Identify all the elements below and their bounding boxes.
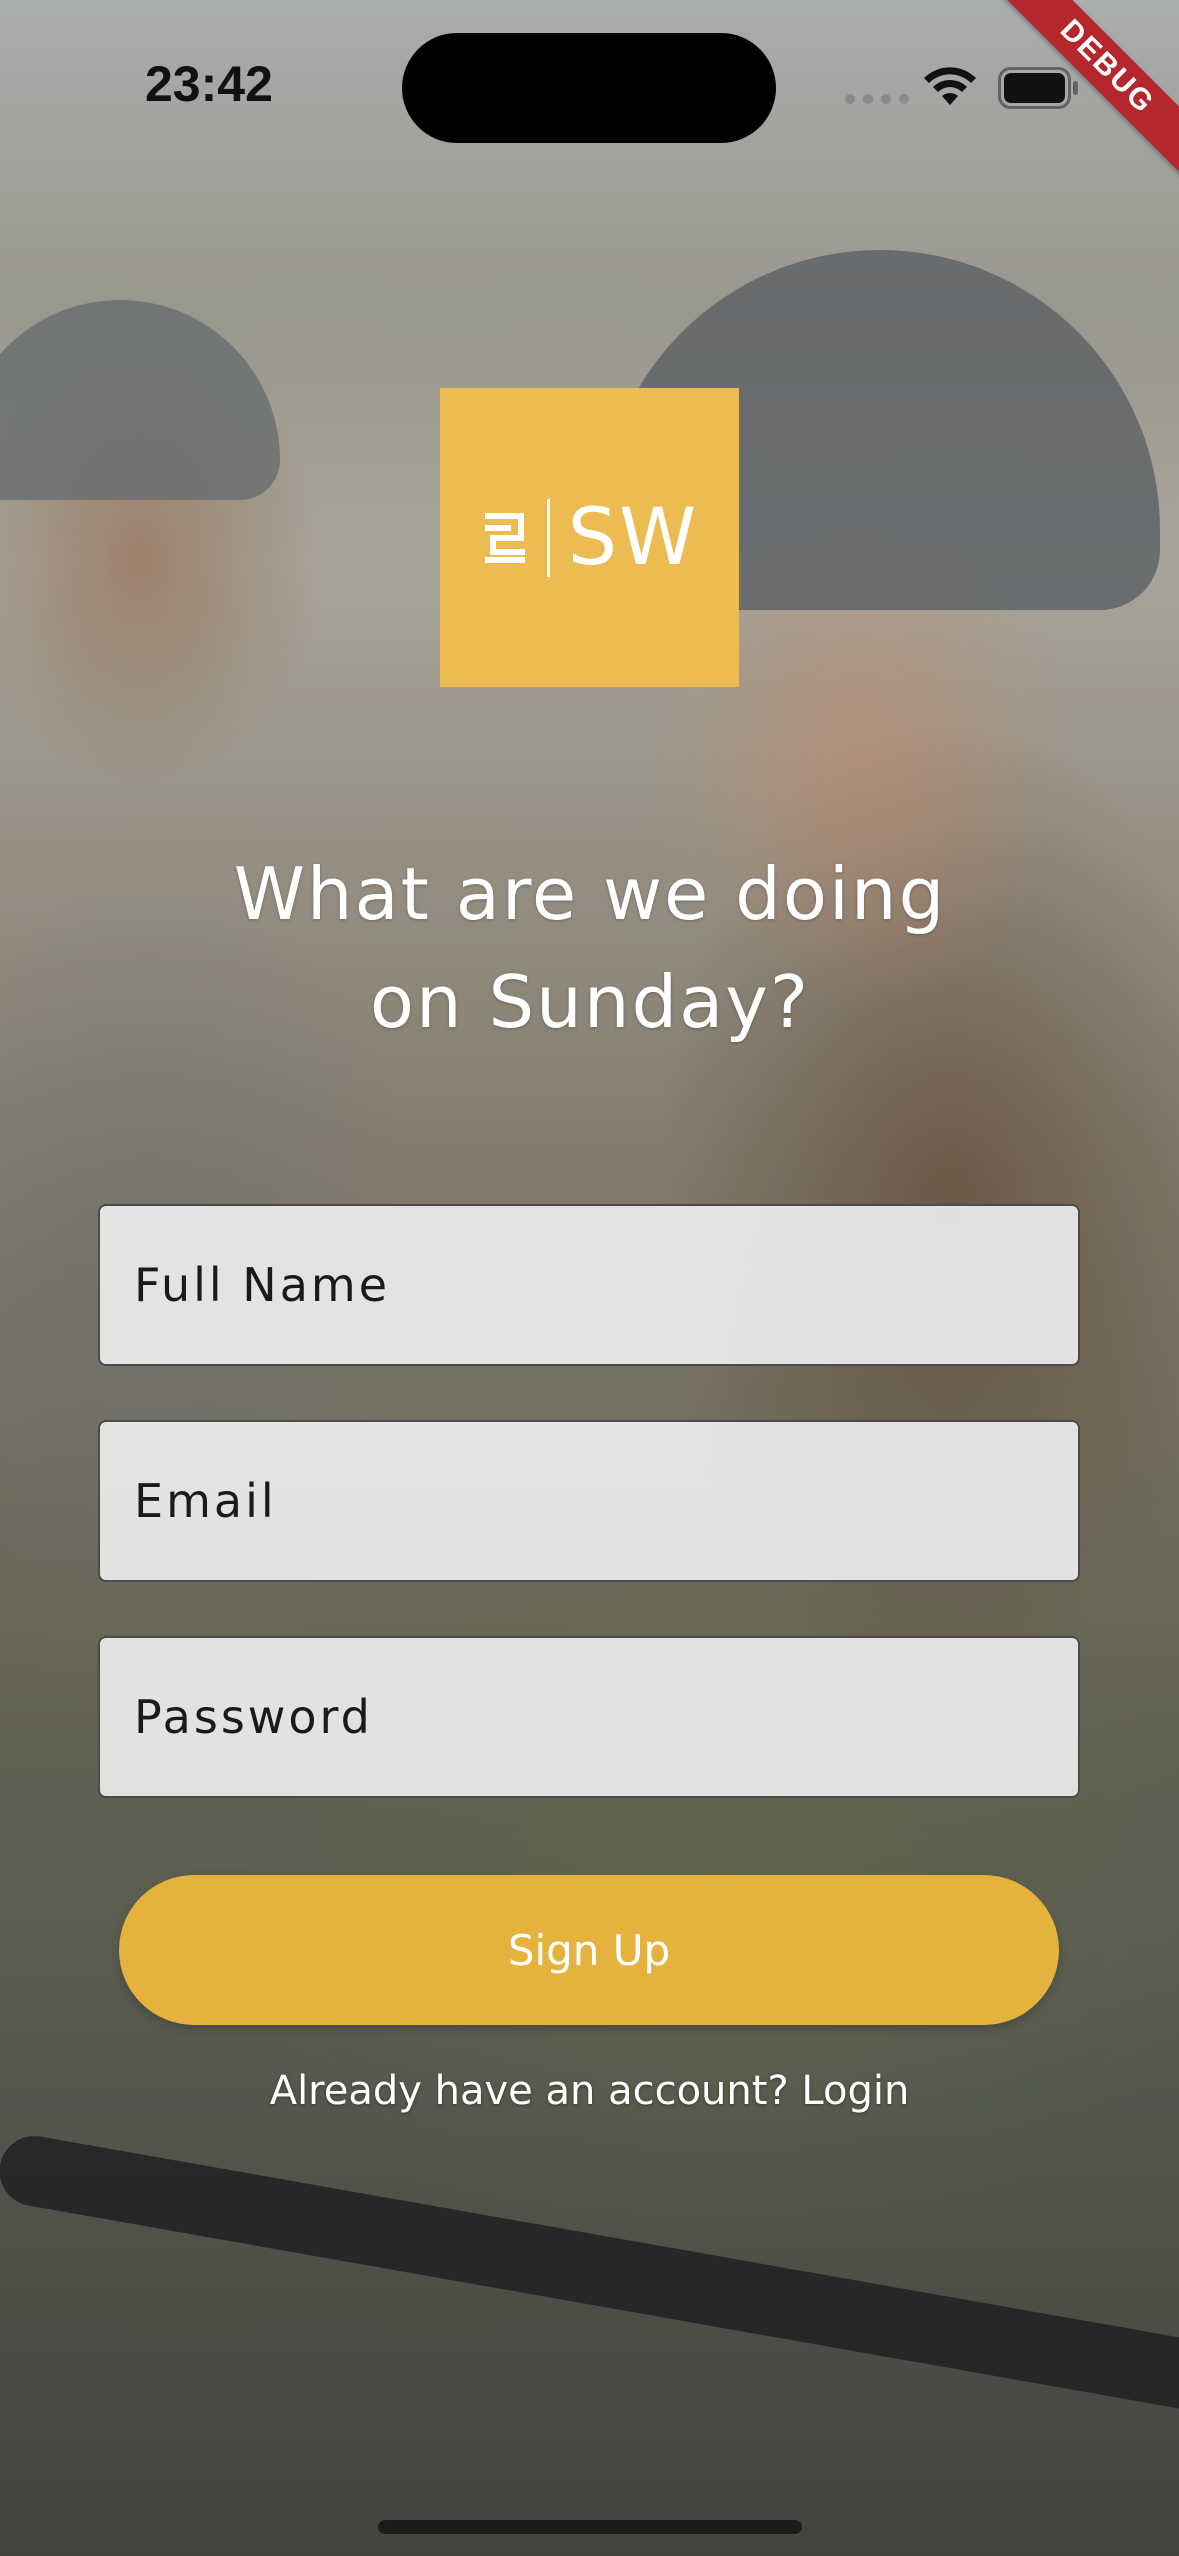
home-indicator <box>378 2520 802 2534</box>
headline: What are we doing on Sunday? <box>140 840 1040 1056</box>
email-input[interactable] <box>100 1422 1078 1580</box>
headline-line-2: on Sunday? <box>369 960 811 1044</box>
battery-icon <box>998 67 1078 109</box>
email-field[interactable] <box>98 1420 1080 1582</box>
cellular-signal-icon <box>845 94 909 104</box>
full-name-input[interactable] <box>100 1206 1078 1364</box>
password-input[interactable] <box>100 1638 1078 1796</box>
sign-up-button[interactable]: Sign Up <box>119 1875 1059 2025</box>
dynamic-island <box>402 33 776 143</box>
full-name-field[interactable] <box>98 1204 1080 1366</box>
app-logo: SW <box>440 388 739 687</box>
wifi-icon <box>924 67 976 105</box>
headline-line-1: What are we doing <box>233 852 947 936</box>
password-field[interactable] <box>98 1636 1080 1798</box>
signup-screen: 23:42 DEBUG SW What are we doing on Sund… <box>0 0 1179 2556</box>
logo-glyph-icon <box>484 512 525 563</box>
login-link[interactable]: Already have an account? Login <box>0 2068 1179 2114</box>
logo-text: SW <box>567 492 699 583</box>
status-time: 23:42 <box>145 56 273 112</box>
logo-divider <box>546 498 550 577</box>
